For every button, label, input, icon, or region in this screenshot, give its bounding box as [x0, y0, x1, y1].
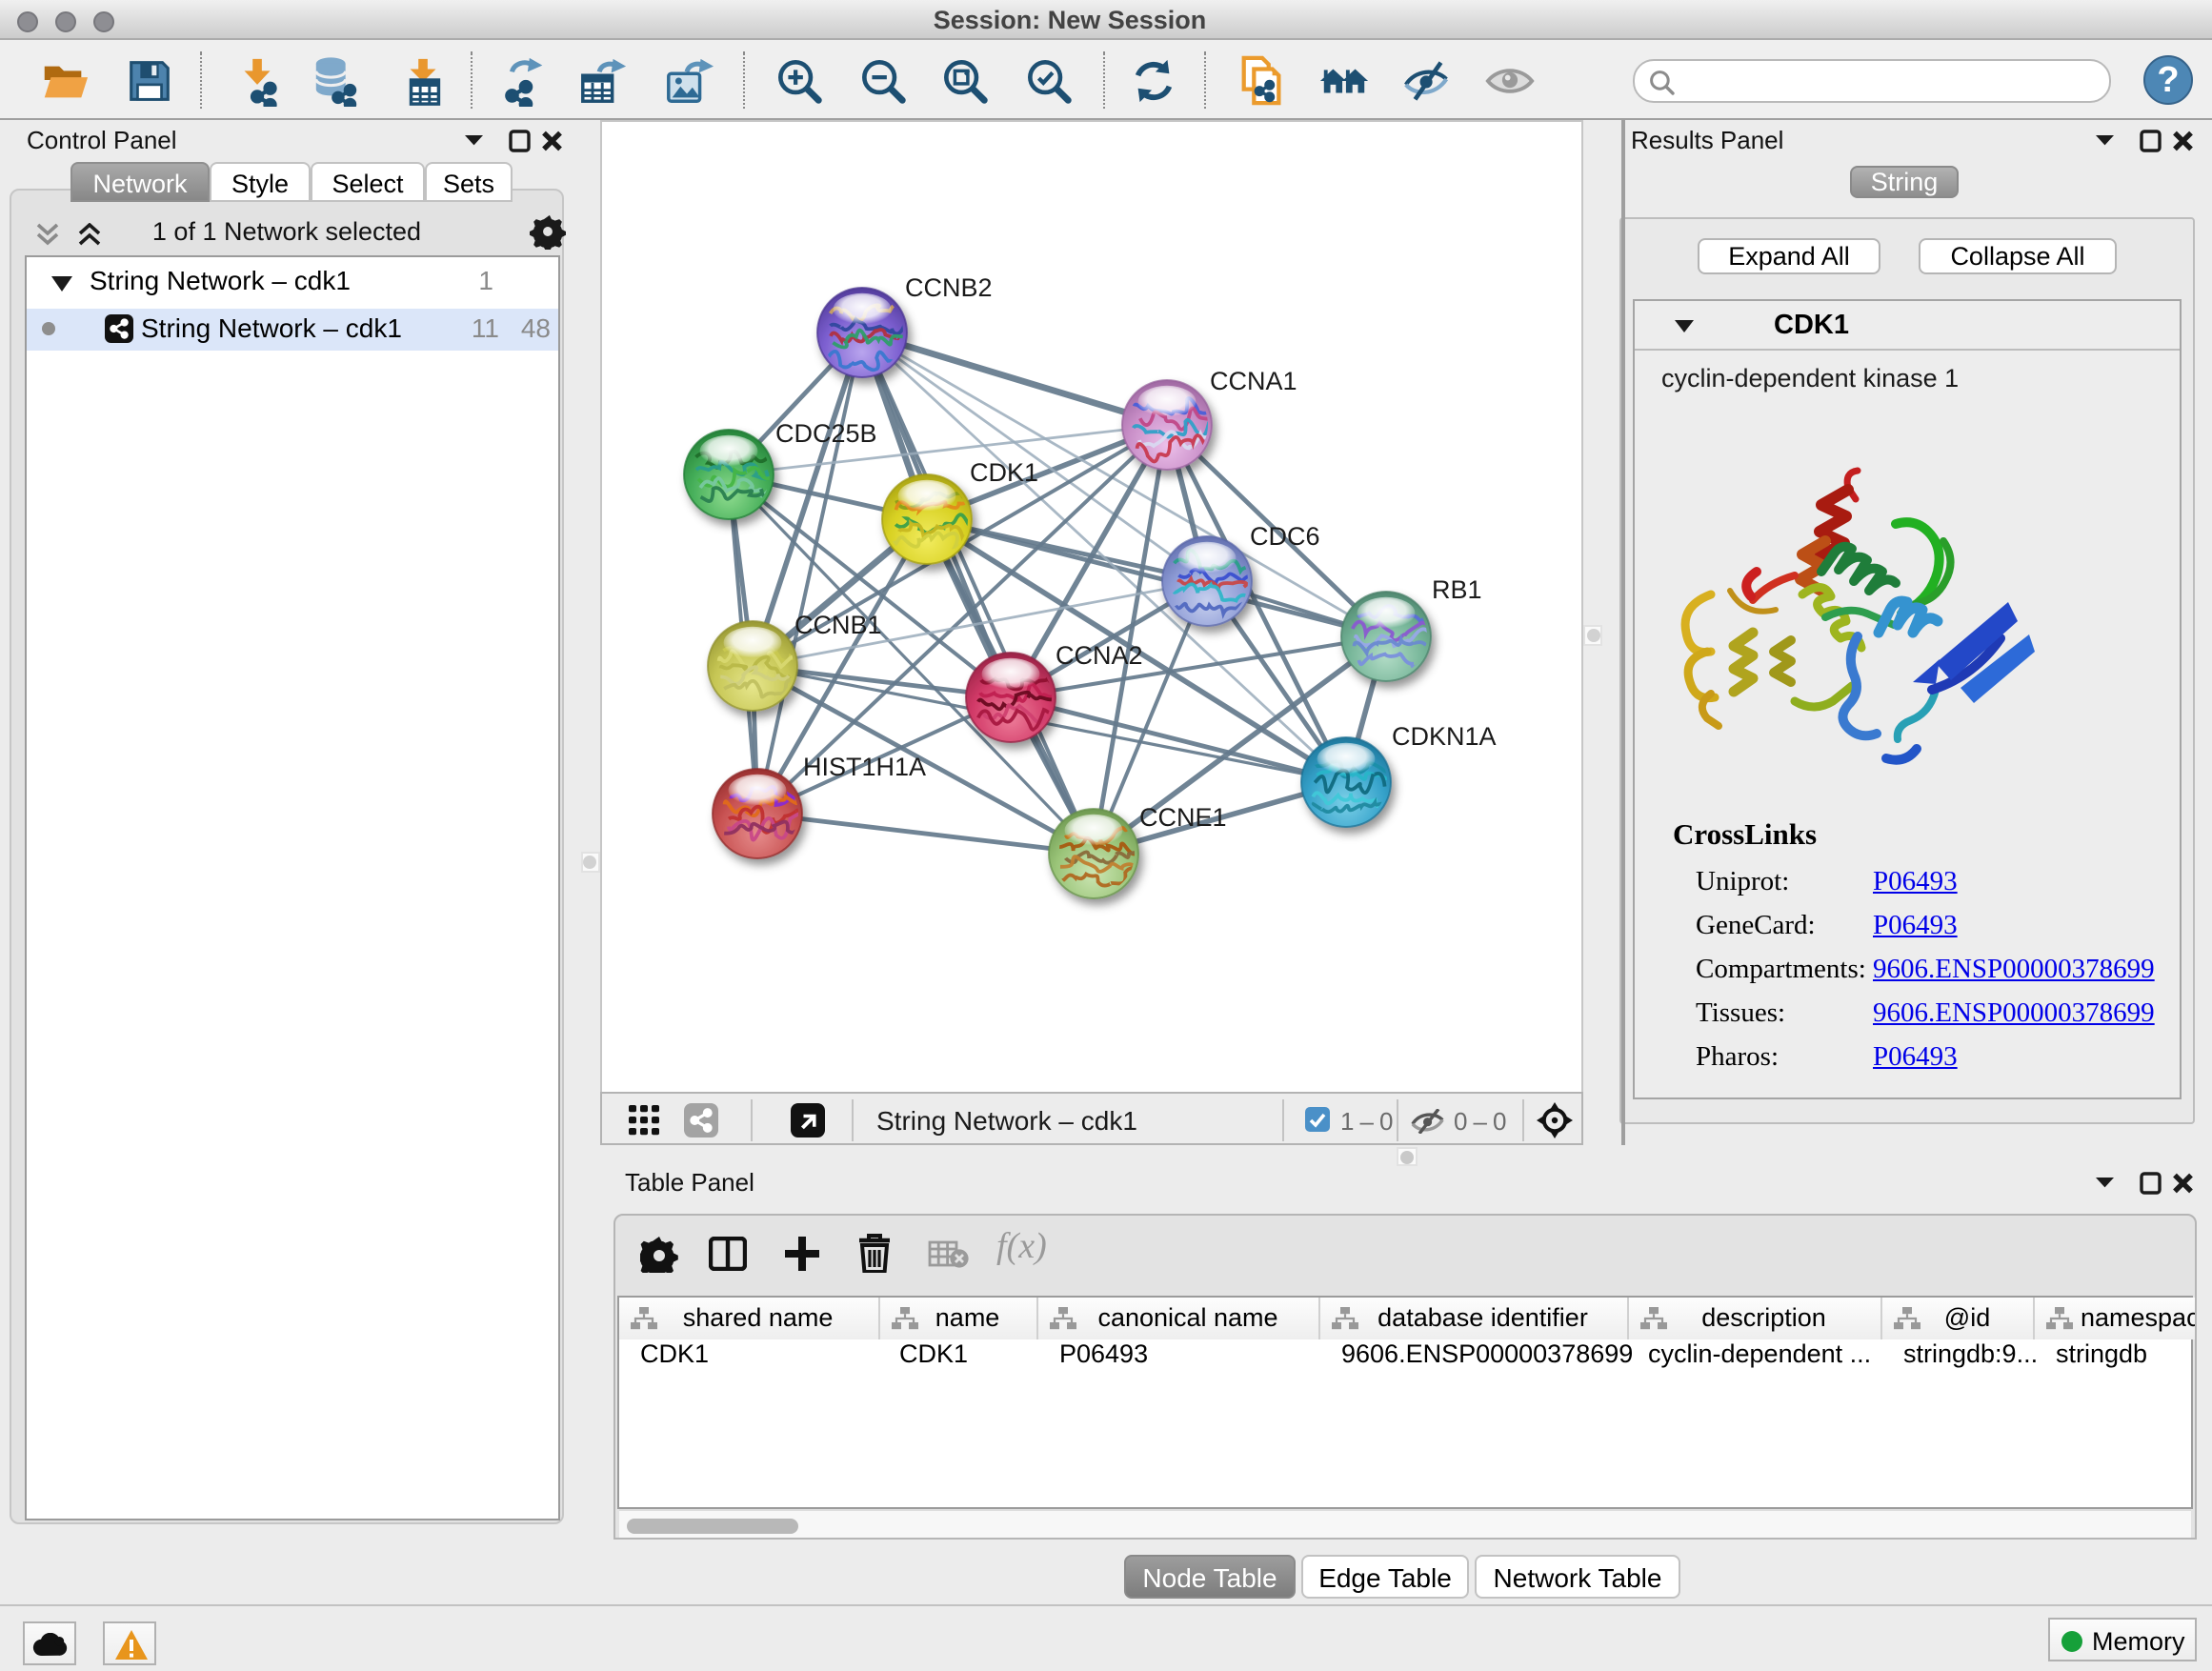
svg-text:CCNB2: CCNB2 — [904, 273, 992, 302]
svg-text:RB1: RB1 — [1431, 575, 1481, 604]
svg-text:CDC25B: CDC25B — [774, 419, 876, 448]
svg-text:CDKN1A: CDKN1A — [1391, 722, 1496, 751]
svg-text:CCNB1: CCNB1 — [794, 611, 881, 639]
svg-text:CCNA1: CCNA1 — [1209, 367, 1297, 395]
svg-text:HIST1H1A: HIST1H1A — [802, 753, 925, 781]
svg-text:CDK1: CDK1 — [969, 458, 1037, 487]
svg-text:CCNE1: CCNE1 — [1138, 803, 1226, 832]
svg-text:CDC6: CDC6 — [1249, 522, 1319, 551]
svg-text:CCNA2: CCNA2 — [1055, 641, 1142, 670]
